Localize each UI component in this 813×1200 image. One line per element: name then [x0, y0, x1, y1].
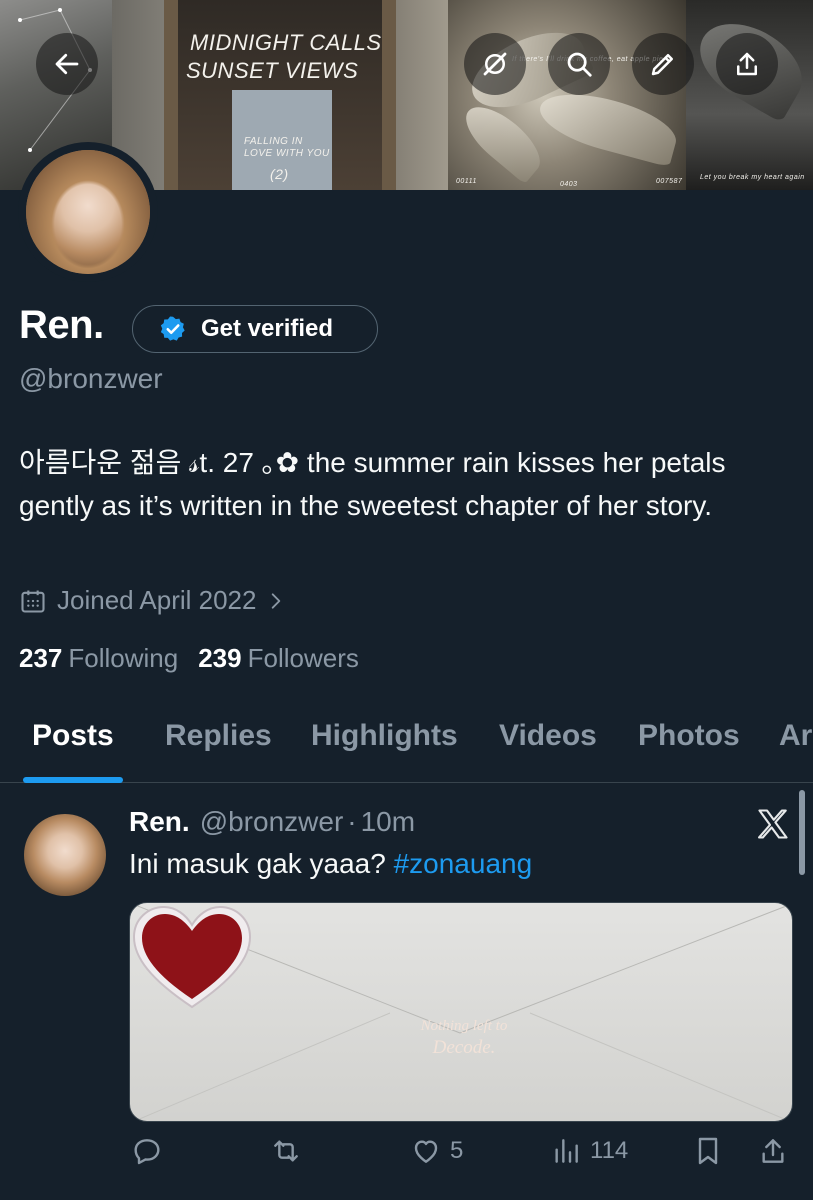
views-count: 114	[590, 1137, 629, 1164]
calendar-icon	[21, 590, 45, 613]
profile-bio: 아름다운 젊음 𝓈t. 27 ｡✿ the summer rain kisses…	[19, 447, 726, 521]
post-time[interactable]: 10m	[361, 806, 415, 838]
heart-icon	[414, 1140, 438, 1163]
tab-articles[interactable]: Ar	[779, 719, 812, 753]
repost-icon	[274, 1140, 298, 1162]
active-tab-indicator	[23, 777, 123, 783]
profile-tabs: Posts Replies Highlights Videos Photos A…	[0, 700, 813, 783]
banner-panel-leaves	[686, 0, 813, 190]
banner-text-falling: FALLING IN LOVE WITH YOU	[244, 136, 330, 159]
following-count: 237	[19, 643, 63, 673]
analytics-icon	[555, 1139, 578, 1163]
post-share-button[interactable]	[757, 1135, 789, 1167]
post-author-name[interactable]: Ren.	[129, 806, 190, 838]
x-logo-icon	[758, 809, 788, 839]
post-actions: 5 114	[0, 1135, 813, 1185]
profile-handle: @bronzwer	[19, 363, 163, 394]
followers-count: 239	[198, 643, 242, 673]
seal-text: Nothing left to Decode.	[406, 1015, 522, 1059]
profile-name: Ren.	[19, 303, 104, 347]
views-button[interactable]: 114	[550, 1135, 628, 1167]
back-button[interactable]	[36, 33, 98, 95]
like-button[interactable]: 5	[410, 1135, 463, 1167]
banner-text-num1: 00111	[456, 178, 477, 185]
reply-button[interactable]	[131, 1135, 163, 1167]
post-avatar[interactable]	[24, 814, 106, 896]
repost-button[interactable]	[270, 1135, 302, 1167]
banner-panel-door	[112, 0, 448, 190]
joined-label: Joined April 2022	[57, 585, 257, 615]
following-link[interactable]: 237 Following	[19, 643, 178, 674]
edit-icon	[651, 54, 673, 76]
tab-photos[interactable]: Photos	[638, 719, 740, 753]
heart-seal-icon	[132, 905, 252, 1009]
post-text: Ini masuk gak yaaa? #zonauang	[129, 848, 532, 880]
seal-text-line1: Nothing left to	[420, 1018, 508, 1034]
banner-text-heart: Let you break my heart again	[700, 174, 805, 181]
following-label: Following	[68, 643, 179, 673]
banner-panel-flower	[448, 0, 686, 190]
avatar-photo	[26, 150, 150, 274]
joined-date[interactable]: Joined April 2022	[19, 585, 286, 616]
banner-text-two: (2)	[270, 166, 289, 182]
reply-icon	[134, 1139, 160, 1165]
profile-avatar[interactable]	[18, 142, 158, 282]
scrollbar[interactable]	[799, 790, 805, 875]
post-media[interactable]: Nothing left to Decode.	[129, 902, 793, 1122]
follow-stats: 237 Following 239 Followers	[19, 643, 379, 674]
seal-text-line2: Decode.	[432, 1037, 496, 1058]
share-button[interactable]	[716, 33, 778, 95]
like-count: 5	[450, 1137, 464, 1164]
post-body: Ini masuk gak yaaa?	[129, 848, 386, 879]
bookmark-icon	[698, 1137, 718, 1165]
arrow-left-icon	[55, 53, 79, 75]
post-hashtag[interactable]: #zonauang	[394, 848, 533, 879]
post-separator: ·	[347, 806, 357, 837]
banner-text-sunset: SUNSET VIEWS	[186, 58, 359, 83]
bookmark-button[interactable]	[692, 1135, 724, 1167]
edit-button[interactable]	[632, 33, 694, 95]
search-icon	[567, 52, 592, 77]
get-verified-label: Get verified	[201, 315, 334, 342]
followers-link[interactable]: 239 Followers	[198, 643, 359, 674]
search-button[interactable]	[548, 33, 610, 95]
tab-highlights[interactable]: Highlights	[311, 719, 458, 753]
verified-badge-icon	[160, 316, 185, 341]
share-icon	[762, 1139, 784, 1163]
tab-videos[interactable]: Videos	[499, 719, 597, 753]
post-author-handle[interactable]: @bronzwer	[200, 806, 344, 838]
banner-text-midnight: MIDNIGHT CALLS	[190, 30, 382, 55]
tab-posts[interactable]: Posts	[32, 719, 114, 753]
grok-button[interactable]	[464, 33, 526, 95]
grok-icon	[483, 52, 507, 76]
share-icon	[737, 52, 757, 76]
chevron-right-icon	[272, 592, 281, 609]
get-verified-button[interactable]: Get verified	[132, 305, 378, 353]
tab-replies[interactable]: Replies	[165, 719, 272, 753]
banner-text-num2: 0403	[560, 181, 578, 188]
banner-text-num3: 007587	[656, 178, 683, 185]
followers-label: Followers	[247, 643, 359, 673]
post-header: Ren. @bronzwer · 10m	[129, 806, 415, 838]
